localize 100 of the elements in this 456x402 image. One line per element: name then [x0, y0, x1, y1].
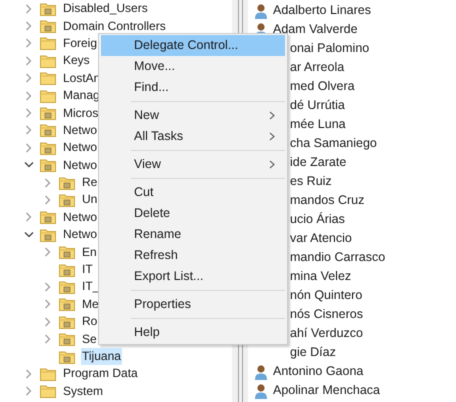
folder-document-icon [59, 297, 75, 312]
user-name[interactable]: ucio Árias [290, 210, 345, 229]
user-icon [255, 2, 267, 18]
menu-item[interactable]: Properties [101, 294, 285, 315]
expand-icon[interactable] [26, 38, 32, 48]
user-name[interactable]: med Olvera [290, 77, 355, 96]
folder-document-icon [59, 350, 75, 364]
user-name[interactable]: dé Urrútia [290, 96, 345, 115]
folder-icon [40, 54, 56, 68]
folder-document-icon [40, 19, 56, 34]
expand-icon[interactable] [45, 334, 51, 344]
expand-icon[interactable] [26, 90, 32, 101]
tree-item[interactable]: Netwo [62, 139, 98, 156]
user-name[interactable]: mée Luna [290, 115, 346, 134]
folder-document-icon [59, 314, 75, 329]
user-name[interactable]: nós Cisneros [290, 305, 363, 324]
menu-item[interactable]: Cut [101, 182, 285, 203]
expand-icon[interactable] [45, 178, 51, 188]
user-name[interactable]: cha Samaniego [290, 134, 377, 153]
folder-icon [40, 88, 56, 103]
menu-item[interactable]: Move... [101, 56, 285, 77]
folder-icon [40, 384, 56, 398]
folder-document-icon [59, 192, 75, 207]
tree-item[interactable]: Tijuana [81, 348, 122, 365]
expand-icon[interactable] [26, 73, 32, 84]
expand-icon[interactable] [45, 247, 51, 258]
tree-item[interactable]: Micros [62, 104, 100, 122]
tree-item[interactable]: Program Data [62, 365, 139, 382]
tree-item[interactable]: Foreig [62, 34, 98, 52]
expand-icon[interactable] [26, 212, 32, 222]
user-icon [255, 382, 267, 398]
tree-item[interactable]: Keys [62, 52, 91, 70]
user-name[interactable]: ar Arreola [290, 58, 344, 77]
menu-item[interactable]: New [101, 105, 285, 126]
menu-item[interactable]: Export List... [101, 266, 285, 287]
folder-document-icon [40, 228, 56, 242]
folder-icon [40, 366, 56, 381]
tree-item[interactable]: IT [81, 261, 94, 278]
folder-document-icon [59, 176, 75, 190]
tree-item[interactable]: Netwo [62, 156, 98, 174]
menu-item[interactable]: Delete [101, 203, 285, 224]
user-name[interactable]: mandos Cruz [290, 191, 364, 210]
menu-item[interactable]: Refresh [101, 245, 285, 266]
expand-icon[interactable] [45, 282, 51, 292]
user-name[interactable]: Adalberto Linares [273, 1, 371, 20]
tree-item[interactable]: Netwo [62, 226, 98, 244]
menu-item[interactable]: Delegate Control... [101, 35, 285, 56]
expand-icon[interactable] [26, 125, 32, 136]
user-name[interactable]: nón Quintero [290, 286, 362, 305]
tree-item[interactable]: Se [81, 330, 98, 348]
expand-icon[interactable] [45, 316, 51, 327]
expand-icon[interactable] [26, 108, 32, 118]
user-name[interactable]: var Atencio [290, 229, 352, 248]
folder-document-icon [40, 210, 56, 224]
expand-icon[interactable] [26, 386, 32, 396]
menu-item[interactable]: Find... [101, 77, 285, 98]
expand-icon[interactable] [26, 21, 32, 32]
menu-item[interactable]: Rename [101, 224, 285, 245]
menu-item[interactable]: Help [101, 322, 285, 343]
tree-item[interactable]: En [81, 244, 98, 261]
user-name[interactable]: Apolinar Menchaca [273, 381, 380, 400]
expand-icon[interactable] [26, 142, 32, 153]
tree-item[interactable]: Ro [81, 313, 98, 330]
tree-item[interactable]: Me [81, 296, 100, 313]
expand-icon[interactable] [45, 299, 51, 310]
tree-item[interactable]: Netwo [62, 208, 98, 226]
menu-item[interactable]: All Tasks [101, 126, 285, 147]
user-name[interactable]: mina Velez [290, 267, 352, 286]
collapse-icon[interactable] [24, 162, 34, 168]
folder-document-icon [40, 140, 56, 155]
user-name[interactable]: onai Palomino [290, 39, 370, 58]
expand-icon[interactable] [26, 4, 32, 14]
folder-document-icon [40, 158, 56, 172]
folder-icon [40, 71, 56, 86]
folder-document-icon [59, 245, 75, 260]
folder-document-icon [59, 280, 75, 294]
folder-document-icon [40, 2, 56, 16]
tree-item[interactable]: Un [81, 191, 98, 208]
collapse-icon[interactable] [24, 232, 34, 238]
menu-item[interactable]: View [101, 154, 285, 175]
expand-icon[interactable] [26, 368, 32, 379]
user-name[interactable]: es Ruiz [290, 172, 332, 191]
folder-document-icon [59, 262, 75, 277]
folder-document-icon [40, 106, 56, 120]
user-name[interactable]: ide Zarate [290, 153, 346, 172]
user-icon [255, 364, 267, 380]
folder-icon [40, 36, 56, 50]
tree-item[interactable]: Domain Controllers [62, 18, 167, 35]
tree-item[interactable]: Disabled_Users [62, 0, 149, 18]
expand-icon[interactable] [45, 194, 51, 205]
user-name[interactable]: gie Díaz [290, 343, 336, 362]
tree-item[interactable]: Netwo [62, 122, 98, 139]
folder-document-icon [59, 332, 75, 346]
user-name[interactable]: ahí Verduzco [290, 324, 363, 343]
user-name[interactable]: Antonino Gaona [273, 362, 364, 381]
expand-icon[interactable] [26, 56, 32, 66]
tree-item[interactable]: Re [81, 174, 98, 192]
tree-item[interactable]: System [62, 382, 104, 400]
folder-document-icon [40, 123, 56, 138]
user-name[interactable]: mandio Carrasco [290, 248, 386, 267]
